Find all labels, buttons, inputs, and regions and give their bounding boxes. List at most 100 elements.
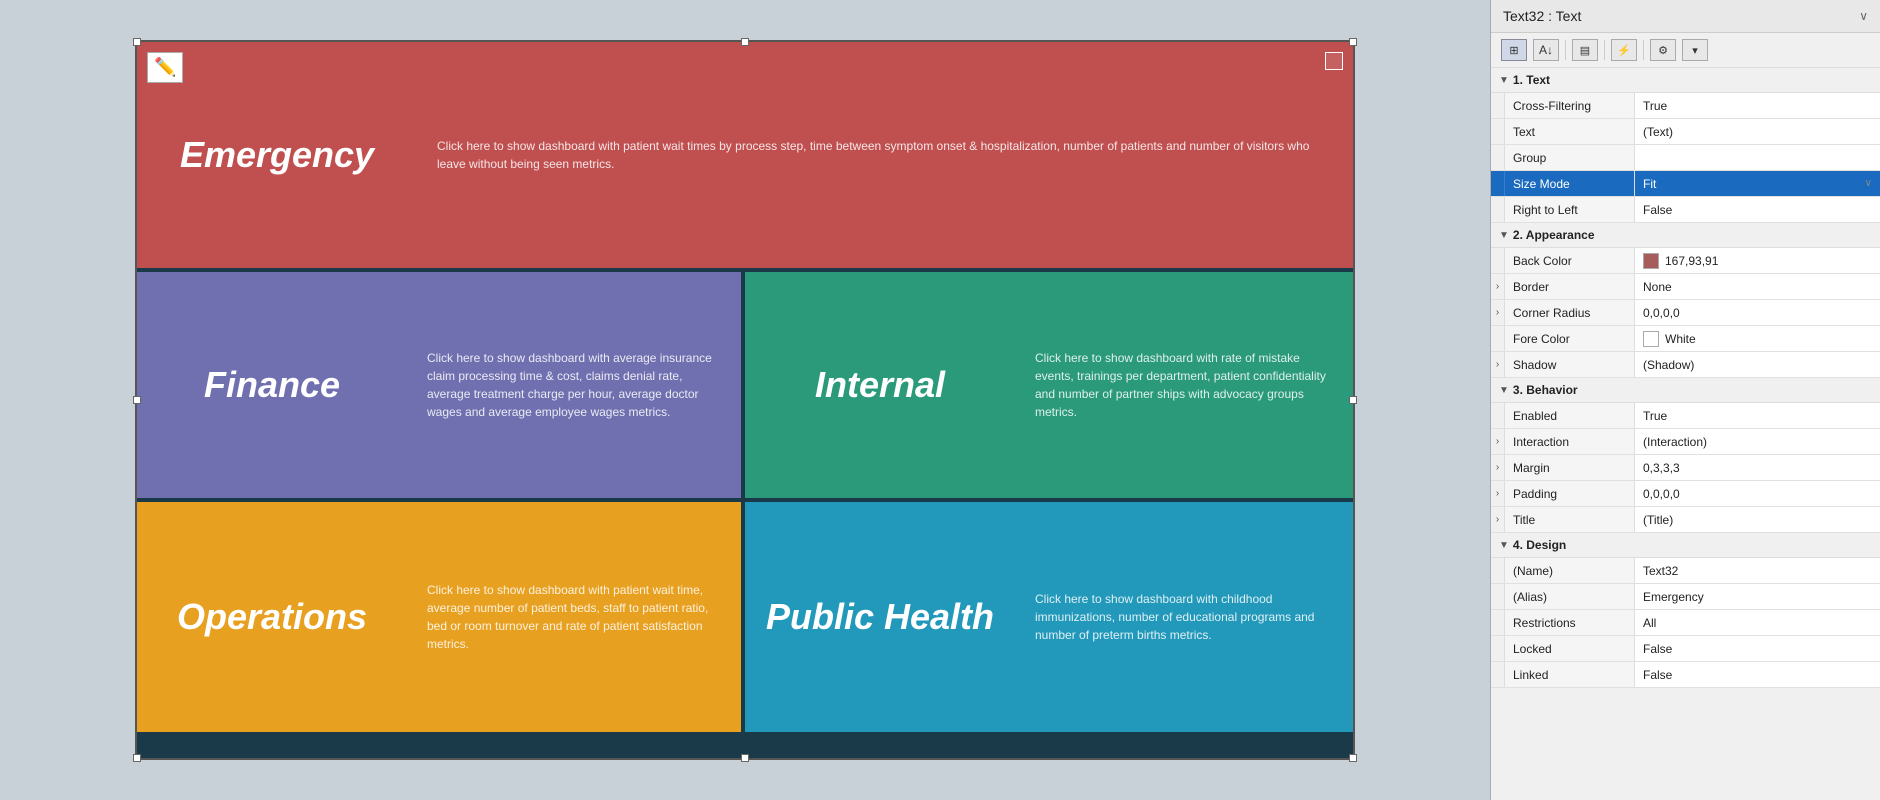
- handle-tr[interactable]: [1349, 38, 1357, 46]
- prop-val-enabled[interactable]: True: [1635, 403, 1880, 428]
- prop-val-title[interactable]: (Title): [1635, 507, 1880, 532]
- expand-locked[interactable]: [1491, 636, 1505, 661]
- properties-panel: Text32 : Text ∨ ⊞ A↓ ▤ ⚡ ⚙ ▾ ▼ 1. Text C…: [1490, 0, 1880, 800]
- expand-corner-radius[interactable]: ›: [1491, 300, 1505, 325]
- prop-val-group[interactable]: [1635, 145, 1880, 170]
- prop-name-name: (Name): [1505, 558, 1635, 583]
- handle-ml[interactable]: [133, 396, 141, 404]
- edit-icon-container[interactable]: ✏️: [147, 52, 183, 83]
- section-design-chevron: ▼: [1499, 540, 1509, 551]
- emergency-cell[interactable]: ✏️ Emergency Click here to show dashboar…: [137, 42, 1353, 268]
- prop-val-locked[interactable]: False: [1635, 636, 1880, 661]
- toolbar-sep2: [1604, 40, 1605, 60]
- back-color-swatch[interactable]: [1643, 253, 1659, 269]
- prop-val-shadow[interactable]: (Shadow): [1635, 352, 1880, 377]
- gear-icon-btn[interactable]: ⚙: [1650, 39, 1676, 61]
- publichealth-desc: Click here to show dashboard with childh…: [1015, 502, 1353, 732]
- prop-rtl: Right to Left False: [1491, 197, 1880, 223]
- handle-bl[interactable]: [133, 754, 141, 762]
- section-appearance-header[interactable]: ▼ 2. Appearance: [1491, 223, 1880, 248]
- expand-rtl[interactable]: [1491, 197, 1505, 222]
- section-behavior-header[interactable]: ▼ 3. Behavior: [1491, 378, 1880, 403]
- prop-name-margin: Margin: [1505, 455, 1635, 480]
- panel-chevron[interactable]: ∨: [1859, 9, 1868, 23]
- prop-val-text[interactable]: (Text): [1635, 119, 1880, 144]
- expand-back-color[interactable]: [1491, 248, 1505, 273]
- prop-val-linked[interactable]: False: [1635, 662, 1880, 687]
- prop-val-alias[interactable]: Emergency: [1635, 584, 1880, 609]
- expand-linked[interactable]: [1491, 662, 1505, 687]
- prop-name-alias: (Alias): [1505, 584, 1635, 609]
- sort-icon-btn[interactable]: A↓: [1533, 39, 1559, 61]
- expand-margin[interactable]: ›: [1491, 455, 1505, 480]
- publichealth-label: Public Health: [766, 595, 994, 638]
- prop-val-padding[interactable]: 0,0,0,0: [1635, 481, 1880, 506]
- operations-cell[interactable]: Operations Click here to show dashboard …: [137, 502, 745, 732]
- toolbar-sep1: [1565, 40, 1566, 60]
- section-text-header[interactable]: ▼ 1. Text: [1491, 68, 1880, 93]
- prop-val-border[interactable]: None: [1635, 274, 1880, 299]
- prop-name-size-mode: Size Mode: [1505, 171, 1635, 196]
- prop-interaction: › Interaction (Interaction): [1491, 429, 1880, 455]
- prop-val-interaction[interactable]: (Interaction): [1635, 429, 1880, 454]
- handle-tm[interactable]: [741, 38, 749, 46]
- prop-linked: Linked False: [1491, 662, 1880, 688]
- handle-mr[interactable]: [1349, 396, 1357, 404]
- prop-val-rtl[interactable]: False: [1635, 197, 1880, 222]
- handle-bm[interactable]: [741, 754, 749, 762]
- expand-cross-filtering[interactable]: [1491, 93, 1505, 118]
- prop-name-corner-radius: Corner Radius: [1505, 300, 1635, 325]
- operations-label-area: Operations: [137, 502, 407, 732]
- prop-name-text: Text: [1505, 119, 1635, 144]
- prop-val-cross-filtering[interactable]: True: [1635, 93, 1880, 118]
- section-design-header[interactable]: ▼ 4. Design: [1491, 533, 1880, 558]
- prop-name-fore-color: Fore Color: [1505, 326, 1635, 351]
- expand-text[interactable]: [1491, 119, 1505, 144]
- row2: Finance Click here to show dashboard wit…: [137, 272, 1353, 502]
- finance-cell[interactable]: Finance Click here to show dashboard wit…: [137, 272, 745, 498]
- handle-tl[interactable]: [133, 38, 141, 46]
- prop-val-corner-radius[interactable]: 0,0,0,0: [1635, 300, 1880, 325]
- prop-name-enabled: Enabled: [1505, 403, 1635, 428]
- prop-locked: Locked False: [1491, 636, 1880, 662]
- internal-cell[interactable]: Internal Click here to show dashboard wi…: [745, 272, 1353, 498]
- size-mode-dropdown[interactable]: ∨: [1865, 178, 1872, 189]
- emergency-desc: Click here to show dashboard with patien…: [417, 42, 1353, 268]
- bolt-icon-btn[interactable]: ⚡: [1611, 39, 1637, 61]
- expand-group[interactable]: [1491, 145, 1505, 170]
- fore-color-swatch[interactable]: [1643, 331, 1659, 347]
- section-behavior-chevron: ▼: [1499, 385, 1509, 396]
- section-text-chevron: ▼: [1499, 75, 1509, 86]
- prop-border: › Border None: [1491, 274, 1880, 300]
- section-behavior-label: 3. Behavior: [1513, 383, 1578, 397]
- expand-shadow[interactable]: ›: [1491, 352, 1505, 377]
- prop-val-name[interactable]: Text32: [1635, 558, 1880, 583]
- prop-val-back-color[interactable]: 167,93,91: [1635, 248, 1880, 273]
- expand-title[interactable]: ›: [1491, 507, 1505, 532]
- handle-br[interactable]: [1349, 754, 1357, 762]
- prop-enabled: Enabled True: [1491, 403, 1880, 429]
- expand-interaction[interactable]: ›: [1491, 429, 1505, 454]
- expand-alias[interactable]: [1491, 584, 1505, 609]
- expand-fore-color[interactable]: [1491, 326, 1505, 351]
- operations-desc: Click here to show dashboard with patien…: [407, 502, 741, 732]
- prop-cross-filtering: Cross-Filtering True: [1491, 93, 1880, 119]
- prop-val-size-mode[interactable]: Fit ∨: [1635, 171, 1880, 196]
- expand-size-mode[interactable]: [1491, 171, 1505, 196]
- expand-name-prop[interactable]: [1491, 558, 1505, 583]
- prop-title: › Title (Title): [1491, 507, 1880, 533]
- expand-border[interactable]: ›: [1491, 274, 1505, 299]
- prop-back-color: Back Color 167,93,91: [1491, 248, 1880, 274]
- layout-icon-btn[interactable]: ▤: [1572, 39, 1598, 61]
- expand-enabled[interactable]: [1491, 403, 1505, 428]
- more-icon-btn[interactable]: ▾: [1682, 39, 1708, 61]
- grid-icon-btn[interactable]: ⊞: [1501, 39, 1527, 61]
- prop-val-margin[interactable]: 0,3,3,3: [1635, 455, 1880, 480]
- prop-val-fore-color[interactable]: White: [1635, 326, 1880, 351]
- prop-val-restrictions[interactable]: All: [1635, 610, 1880, 635]
- section-design-label: 4. Design: [1513, 538, 1566, 552]
- prop-name-cross-filtering: Cross-Filtering: [1505, 93, 1635, 118]
- expand-padding[interactable]: ›: [1491, 481, 1505, 506]
- publichealth-cell[interactable]: Public Health Click here to show dashboa…: [745, 502, 1353, 732]
- expand-restrictions[interactable]: [1491, 610, 1505, 635]
